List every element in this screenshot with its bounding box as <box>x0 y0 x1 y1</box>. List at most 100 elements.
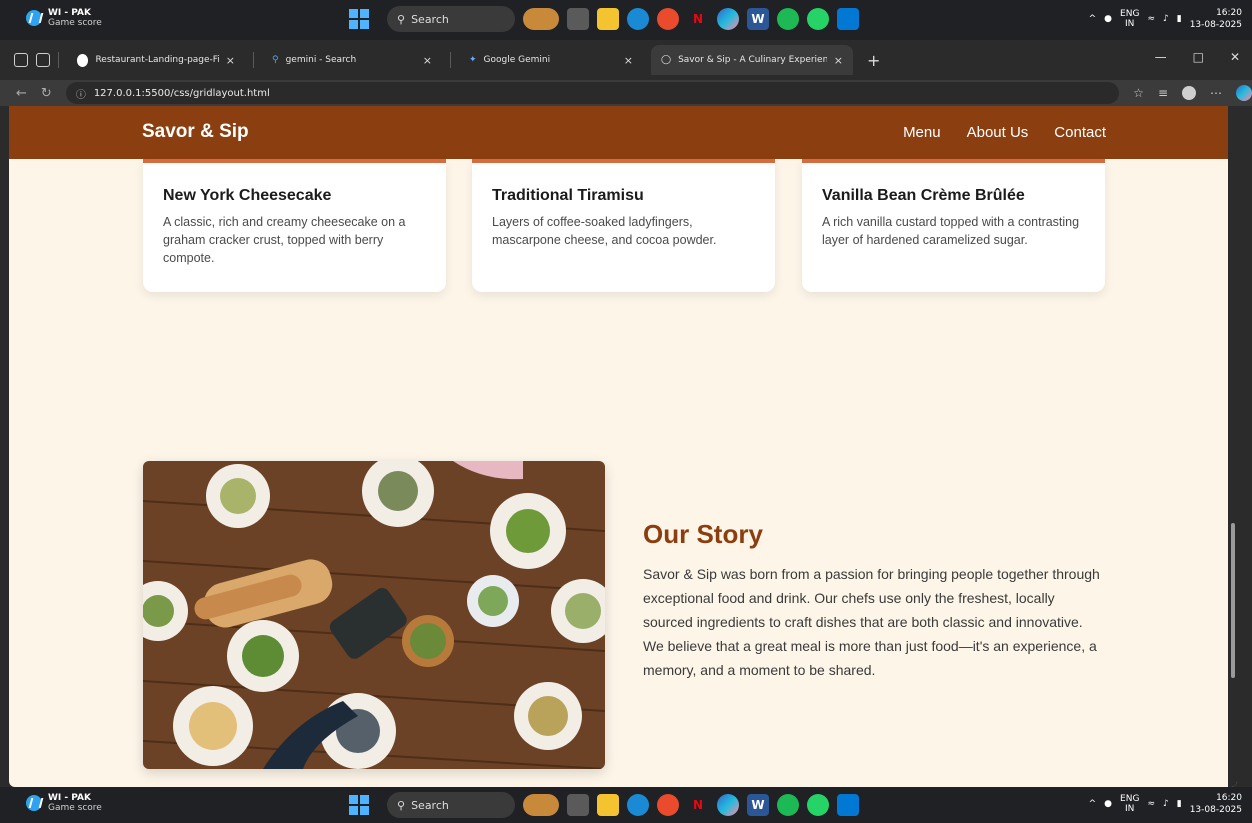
tab-actions-icon[interactable] <box>36 53 50 67</box>
task-view-icon[interactable] <box>567 794 589 816</box>
whatsapp-icon[interactable] <box>807 794 829 816</box>
wifi-icon[interactable]: ≈ <box>1147 799 1155 809</box>
chrome-icon[interactable] <box>657 794 679 816</box>
volume-icon[interactable]: ♪ <box>1163 14 1169 24</box>
windows-start-icon[interactable] <box>349 9 369 29</box>
back-arrow-icon[interactable]: ← <box>16 86 27 101</box>
profile-avatar-icon[interactable] <box>1182 86 1196 100</box>
tab-github[interactable]: Restaurant-Landing-page-Final/i × <box>67 45 245 75</box>
page-viewport: Savor & Sip Menu About Us Contact New Yo… <box>9 106 1237 787</box>
search-icon: ⚲ <box>397 12 406 26</box>
window-controls: — □ ✕ <box>1155 50 1240 64</box>
chevron-up-icon[interactable]: ^ <box>1089 14 1097 24</box>
widget-title: WI - PAK <box>48 793 91 803</box>
site-header: Savor & Sip Menu About Us Contact <box>9 106 1237 159</box>
address-bar-row: ← ↻ ⓘ 127.0.0.1:5500/css/gridlayout.html… <box>0 80 1252 106</box>
story-title: Our Story <box>643 519 763 549</box>
close-icon[interactable]: × <box>834 54 843 67</box>
tab-gemini-search[interactable]: ⚲ gemini - Search × <box>262 45 442 75</box>
favorites-list-icon[interactable]: ≡ <box>1158 86 1168 100</box>
close-icon[interactable]: × <box>423 54 432 67</box>
taskbar-search[interactable]: ⚲ Search <box>387 6 515 32</box>
new-tab-icon[interactable]: + <box>867 51 880 70</box>
maximize-icon[interactable]: □ <box>1193 50 1204 64</box>
taskbar-search-label: Search <box>411 12 449 26</box>
tab-strip: Restaurant-Landing-page-Final/i × ⚲ gemi… <box>0 40 1252 80</box>
refresh-icon[interactable]: ↻ <box>41 86 52 101</box>
file-explorer-icon[interactable] <box>597 8 619 30</box>
weather-widget[interactable]: WI - PAK Game score <box>26 8 102 28</box>
word-icon[interactable]: W <box>747 8 769 30</box>
nav-about-link[interactable]: About Us <box>967 124 1029 141</box>
favorite-star-icon[interactable]: ☆ <box>1133 86 1144 100</box>
spotify-icon[interactable] <box>777 8 799 30</box>
story-body: Savor & Sip was born from a passion for … <box>643 566 1100 678</box>
url-field[interactable]: ⓘ 127.0.0.1:5500/css/gridlayout.html <box>65 82 1120 104</box>
nav-contact-link[interactable]: Contact <box>1054 124 1106 141</box>
bing-image-icon[interactable] <box>523 8 559 30</box>
copilot-sidebar-icon[interactable] <box>1236 85 1252 101</box>
system-tray: ^ ● ENG IN ≈ ♪ ▮ 16:20 13-08-2025 <box>1089 792 1242 816</box>
wifi-icon[interactable]: ≈ <box>1147 14 1155 24</box>
browser-window: Restaurant-Landing-page-Final/i × ⚲ gemi… <box>0 40 1252 787</box>
cricket-icon <box>26 795 42 811</box>
vscode-icon[interactable] <box>837 8 859 30</box>
card-title: Vanilla Bean Crème Brûlée <box>822 187 1025 204</box>
widget-subtitle: Game score <box>48 803 102 813</box>
tab-label: Restaurant-Landing-page-Final/i <box>95 55 218 65</box>
battery-icon[interactable]: ▮ <box>1177 14 1182 24</box>
more-options-icon[interactable]: ⋯ <box>1210 86 1222 100</box>
language-indicator[interactable]: ENG IN <box>1120 794 1139 814</box>
story-photo <box>143 461 605 769</box>
minimize-icon[interactable]: — <box>1155 50 1167 64</box>
volume-icon[interactable]: ♪ <box>1163 799 1169 809</box>
clock[interactable]: 16:20 13-08-2025 <box>1190 792 1242 816</box>
netflix-icon[interactable]: N <box>687 794 709 816</box>
taskbar-apps: ⚲ Search N W <box>349 792 859 818</box>
chevron-up-icon[interactable]: ^ <box>1089 799 1097 809</box>
word-icon[interactable]: W <box>747 794 769 816</box>
info-icon[interactable]: ⓘ <box>76 86 86 101</box>
taskbar-top: WI - PAK Game score ⚲ Search N W ^ ● ENG… <box>0 0 1252 40</box>
page-scrollbar[interactable] <box>1228 106 1237 787</box>
cricket-icon <box>26 10 42 26</box>
app-tray-icon[interactable]: ● <box>1104 14 1112 24</box>
story-section: Our Story Savor & Sip was born from a pa… <box>643 519 1103 682</box>
card-description: A classic, rich and creamy cheesecake on… <box>163 215 406 265</box>
tab-google-gemini[interactable]: ✦ Google Gemini × <box>459 45 643 75</box>
vscode-icon[interactable] <box>837 794 859 816</box>
scrollbar-thumb[interactable] <box>1231 523 1235 678</box>
battery-icon[interactable]: ▮ <box>1177 799 1182 809</box>
task-view-icon[interactable] <box>567 8 589 30</box>
spotify-icon[interactable] <box>777 794 799 816</box>
nav-menu-link[interactable]: Menu <box>903 124 941 141</box>
workspaces-icon[interactable] <box>14 53 28 67</box>
clock[interactable]: 16:20 13-08-2025 <box>1190 7 1242 31</box>
copilot-icon[interactable] <box>717 8 739 30</box>
edge-icon[interactable] <box>627 794 649 816</box>
site-brand[interactable]: Savor & Sip <box>142 121 249 143</box>
dessert-card: Vanilla Bean Crème Brûlée A rich vanilla… <box>802 159 1105 292</box>
netflix-icon[interactable]: N <box>687 8 709 30</box>
language-indicator[interactable]: ENG IN <box>1120 9 1139 29</box>
tab-savor-sip[interactable]: ◯ Savor & Sip - A Culinary Experienc × <box>651 45 853 75</box>
card-description: Layers of coffee-soaked ladyfingers, mas… <box>492 215 717 247</box>
close-window-icon[interactable]: ✕ <box>1230 50 1240 64</box>
windows-start-icon[interactable] <box>349 795 369 815</box>
card-title: New York Cheesecake <box>163 187 332 204</box>
file-explorer-icon[interactable] <box>597 794 619 816</box>
close-icon[interactable]: × <box>624 54 633 67</box>
close-icon[interactable]: × <box>226 54 235 67</box>
card-title: Traditional Tiramisu <box>492 187 644 204</box>
bing-image-icon[interactable] <box>523 794 559 816</box>
weather-widget[interactable]: WI - PAK Game score <box>26 793 102 813</box>
chrome-icon[interactable] <box>657 8 679 30</box>
taskbar-search-label: Search <box>411 798 449 812</box>
taskbar-search[interactable]: ⚲ Search <box>387 792 515 818</box>
globe-icon: ◯ <box>661 55 672 65</box>
whatsapp-icon[interactable] <box>807 8 829 30</box>
edge-icon[interactable] <box>627 8 649 30</box>
copilot-icon[interactable] <box>717 794 739 816</box>
widget-subtitle: Game score <box>48 18 102 28</box>
app-tray-icon[interactable]: ● <box>1104 799 1112 809</box>
